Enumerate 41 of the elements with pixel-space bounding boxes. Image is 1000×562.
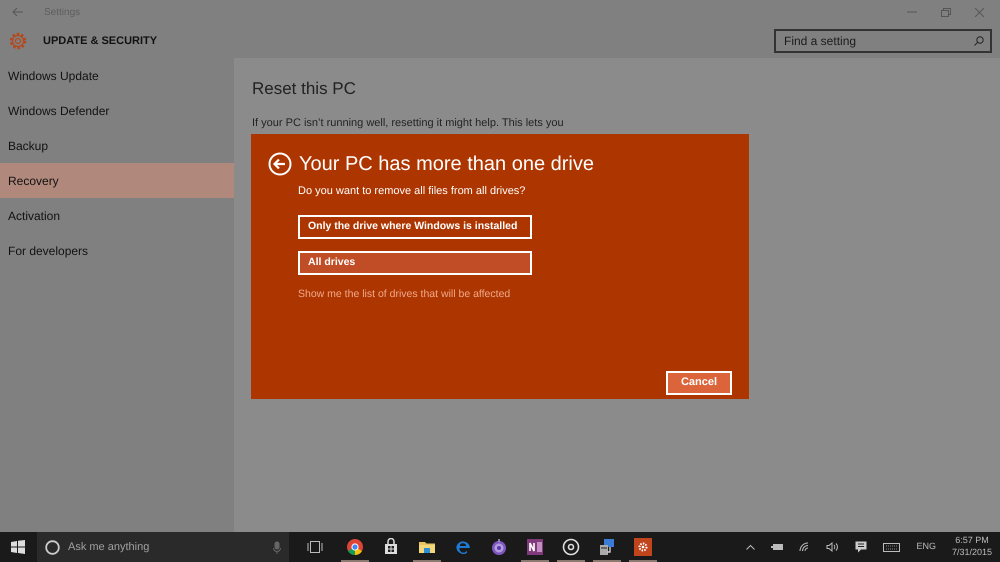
shopping-bag-icon [382, 538, 400, 556]
sidebar-item[interactable]: Windows Defender [0, 93, 234, 128]
sidebar-item[interactable]: Backup [0, 128, 234, 163]
back-icon[interactable] [268, 152, 292, 176]
circle-icon [45, 540, 60, 554]
battery-icon[interactable] [771, 543, 784, 551]
notebook-icon [526, 538, 544, 556]
gear-icon [634, 538, 652, 556]
keyboard-icon[interactable] [883, 542, 900, 552]
disc-icon [562, 538, 580, 556]
dialog-question: Do you want to remove all files from all drives? [298, 184, 526, 199]
section-heading: Reset this PC [252, 78, 357, 100]
sidebar-item[interactable]: Recovery [0, 163, 234, 198]
microphone-icon[interactable] [273, 540, 281, 554]
wifi-icon[interactable] [799, 542, 810, 552]
dialog-title: Your PC has more than one drive [299, 152, 594, 177]
cancel-button[interactable]: Cancel [666, 370, 732, 394]
taskbar-search-box[interactable]: Ask me anything [37, 532, 289, 562]
browser-icon [346, 538, 364, 556]
description-text: If your PC isn’t running well, resetting it might help. This lets you [252, 116, 565, 130]
task-view-icon[interactable] [307, 541, 323, 553]
clock-date[interactable]: 7/31/2015 [952, 547, 992, 559]
onion-icon [490, 538, 508, 556]
installer-icon [598, 538, 616, 556]
chevron-up-icon[interactable] [746, 544, 756, 550]
clock-time[interactable]: 6:57 PM [955, 535, 989, 547]
notification-icon[interactable] [855, 541, 868, 553]
start-icon[interactable] [11, 540, 25, 554]
drive-option-button[interactable]: Only the drive where Windows is installed [298, 214, 532, 238]
drives-list-link[interactable]: Show me the list of drives that will be affected [298, 286, 510, 302]
sidebar-item[interactable]: Windows Update [0, 58, 234, 93]
section-title: UPDATE & SECURITY [43, 34, 158, 49]
language-indicator[interactable]: ENG [916, 540, 936, 554]
search-icon [974, 36, 984, 46]
gear-icon [8, 31, 28, 51]
speaker-icon[interactable] [826, 542, 840, 552]
search-field[interactable]: Find a setting [774, 29, 992, 53]
sidebar-item[interactable]: For developers [0, 233, 234, 268]
taskbar-search-field[interactable]: Ask me anything [68, 538, 273, 556]
sidebar-item[interactable]: Activation [0, 198, 234, 233]
drive-option-button[interactable]: All drives [298, 250, 532, 274]
